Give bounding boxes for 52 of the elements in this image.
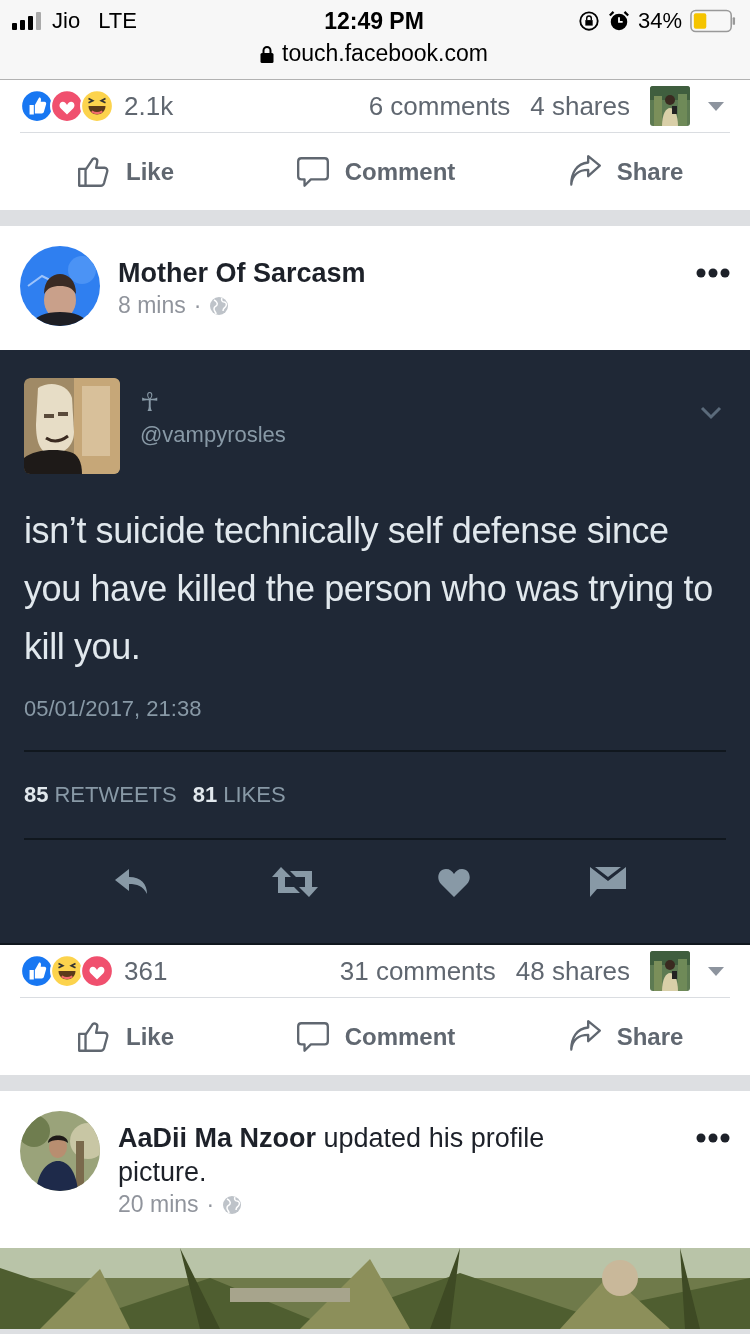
battery-icon (690, 9, 736, 33)
like-reaction-icon (20, 954, 54, 988)
user-handle: @vampyrosles (140, 422, 287, 448)
dropdown-caret-icon[interactable] (706, 965, 726, 977)
lock-icon (260, 44, 275, 63)
like-reaction-icon (20, 89, 54, 123)
like-button[interactable]: Like (0, 133, 250, 210)
retweet-count: 85 (24, 782, 49, 808)
post-time[interactable]: 20 mins (118, 1191, 199, 1218)
comment-button[interactable]: Comment (250, 133, 500, 210)
heart-reaction-icon (80, 954, 114, 988)
globe-icon (209, 295, 230, 316)
more-options-icon[interactable] (696, 268, 730, 278)
clock: 12:49 PM (324, 7, 424, 35)
laughing-face-icon (50, 954, 84, 988)
envelope-icon (589, 865, 627, 899)
share-button[interactable]: Share (500, 133, 750, 210)
like-count: 81 (192, 782, 218, 808)
alarm-clock-icon (607, 10, 630, 32)
retweet-icon (271, 865, 319, 899)
separator-dot: · (206, 1191, 215, 1218)
tweet-timestamp: 05/01/2017, 21:38 (24, 696, 203, 722)
chevron-down-icon (700, 406, 722, 420)
shares-count[interactable]: 48 shares (515, 955, 630, 987)
author-name[interactable]: Mother Of Sarcasm (118, 256, 696, 290)
carrier-name: Jio (52, 8, 81, 34)
display-name: ☥ (140, 386, 160, 418)
heart-icon (437, 867, 471, 897)
globe-icon (222, 1194, 243, 1215)
more-options-icon[interactable] (696, 1133, 730, 1143)
post-time[interactable]: 8 mins (118, 292, 186, 319)
rotation-lock-icon (577, 10, 600, 32)
signal-icon (12, 12, 42, 30)
battery-percentage: 34% (637, 8, 682, 34)
share-button[interactable]: Share (500, 998, 750, 1075)
shares-count[interactable]: 4 shares (530, 90, 630, 122)
heart-reaction-icon (50, 89, 84, 123)
separator-dot: · (193, 292, 202, 319)
url-text[interactable]: touch.facebook.com (282, 40, 488, 67)
laughing-face-icon (80, 89, 114, 123)
like-button[interactable]: Like (0, 998, 250, 1075)
reaction-count[interactable]: 361 (124, 955, 168, 987)
reaction-count[interactable]: 2.1k (124, 90, 174, 122)
post-headline: AaDii Ma Nzoor updated his profile picture. (118, 1122, 546, 1189)
dropdown-caret-icon[interactable] (706, 100, 726, 112)
likes-label: LIKES (223, 782, 286, 808)
comment-button[interactable]: Comment (250, 998, 500, 1075)
tweet-text: isn’t suicide technically self defense since you have killed the person who was trying to kill you. (24, 509, 714, 669)
comments-count[interactable]: 6 comments (368, 90, 511, 122)
network-type: LTE (98, 8, 137, 34)
comments-count[interactable]: 31 comments (339, 955, 496, 987)
retweets-label: RETWEETS (54, 782, 177, 808)
